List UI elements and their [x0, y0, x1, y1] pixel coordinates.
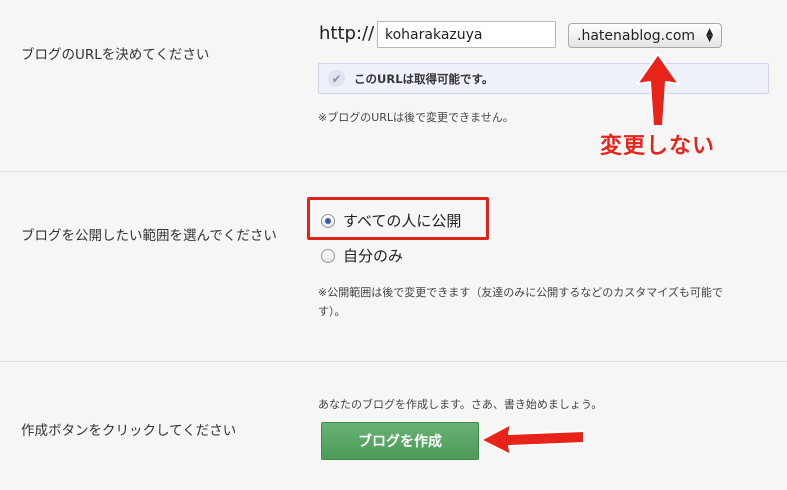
- create-intro: あなたのブログを作成します。さあ、書き始めましょう。: [318, 398, 603, 411]
- availability-text: このURLは取得可能です。: [354, 71, 494, 86]
- radio-private[interactable]: 自分のみ: [321, 245, 403, 266]
- visibility-section-label: ブログを公開したい範囲を選んでください: [21, 228, 277, 244]
- radio-public[interactable]: すべての人に公開: [321, 210, 461, 231]
- create-section-label: 作成ボタンをクリックしてください: [21, 423, 237, 439]
- check-icon: ✔: [328, 70, 345, 87]
- visibility-note: ※公開範囲は後で変更できます（友達のみに公開するなどのカスタマイズも可能で す）…: [318, 283, 770, 321]
- domain-select-value: .hatenablog.com: [577, 27, 696, 44]
- no-change-annotation: 変更しない: [600, 134, 716, 159]
- radio-button-public[interactable]: [321, 213, 335, 228]
- visibility-note-line2: す）。: [318, 305, 346, 318]
- url-section-label: ブログのURLを決めてください: [21, 47, 210, 63]
- http-prefix: http://: [319, 23, 375, 44]
- divider-2: [0, 361, 787, 362]
- red-arrow-up: [636, 53, 680, 127]
- create-blog-button[interactable]: ブログを作成: [321, 422, 479, 460]
- radio-public-label: すべての人に公開: [343, 212, 462, 230]
- red-arrow-left: [480, 423, 585, 456]
- url-note: ※ブログのURLは後で変更できません。: [318, 111, 514, 124]
- select-arrows-icon: ▲ ▼: [706, 26, 713, 44]
- radio-button-private[interactable]: [321, 248, 335, 263]
- availability-message: ✔ このURLは取得可能です。: [318, 63, 769, 94]
- domain-select[interactable]: .hatenablog.com ▲ ▼: [568, 23, 722, 48]
- subdomain-input[interactable]: [377, 21, 556, 48]
- divider-1: [0, 171, 787, 172]
- visibility-note-line1: ※公開範囲は後で変更できます（友達のみに公開するなどのカスタマイズも可能で: [318, 286, 723, 299]
- radio-private-label: 自分のみ: [343, 247, 404, 265]
